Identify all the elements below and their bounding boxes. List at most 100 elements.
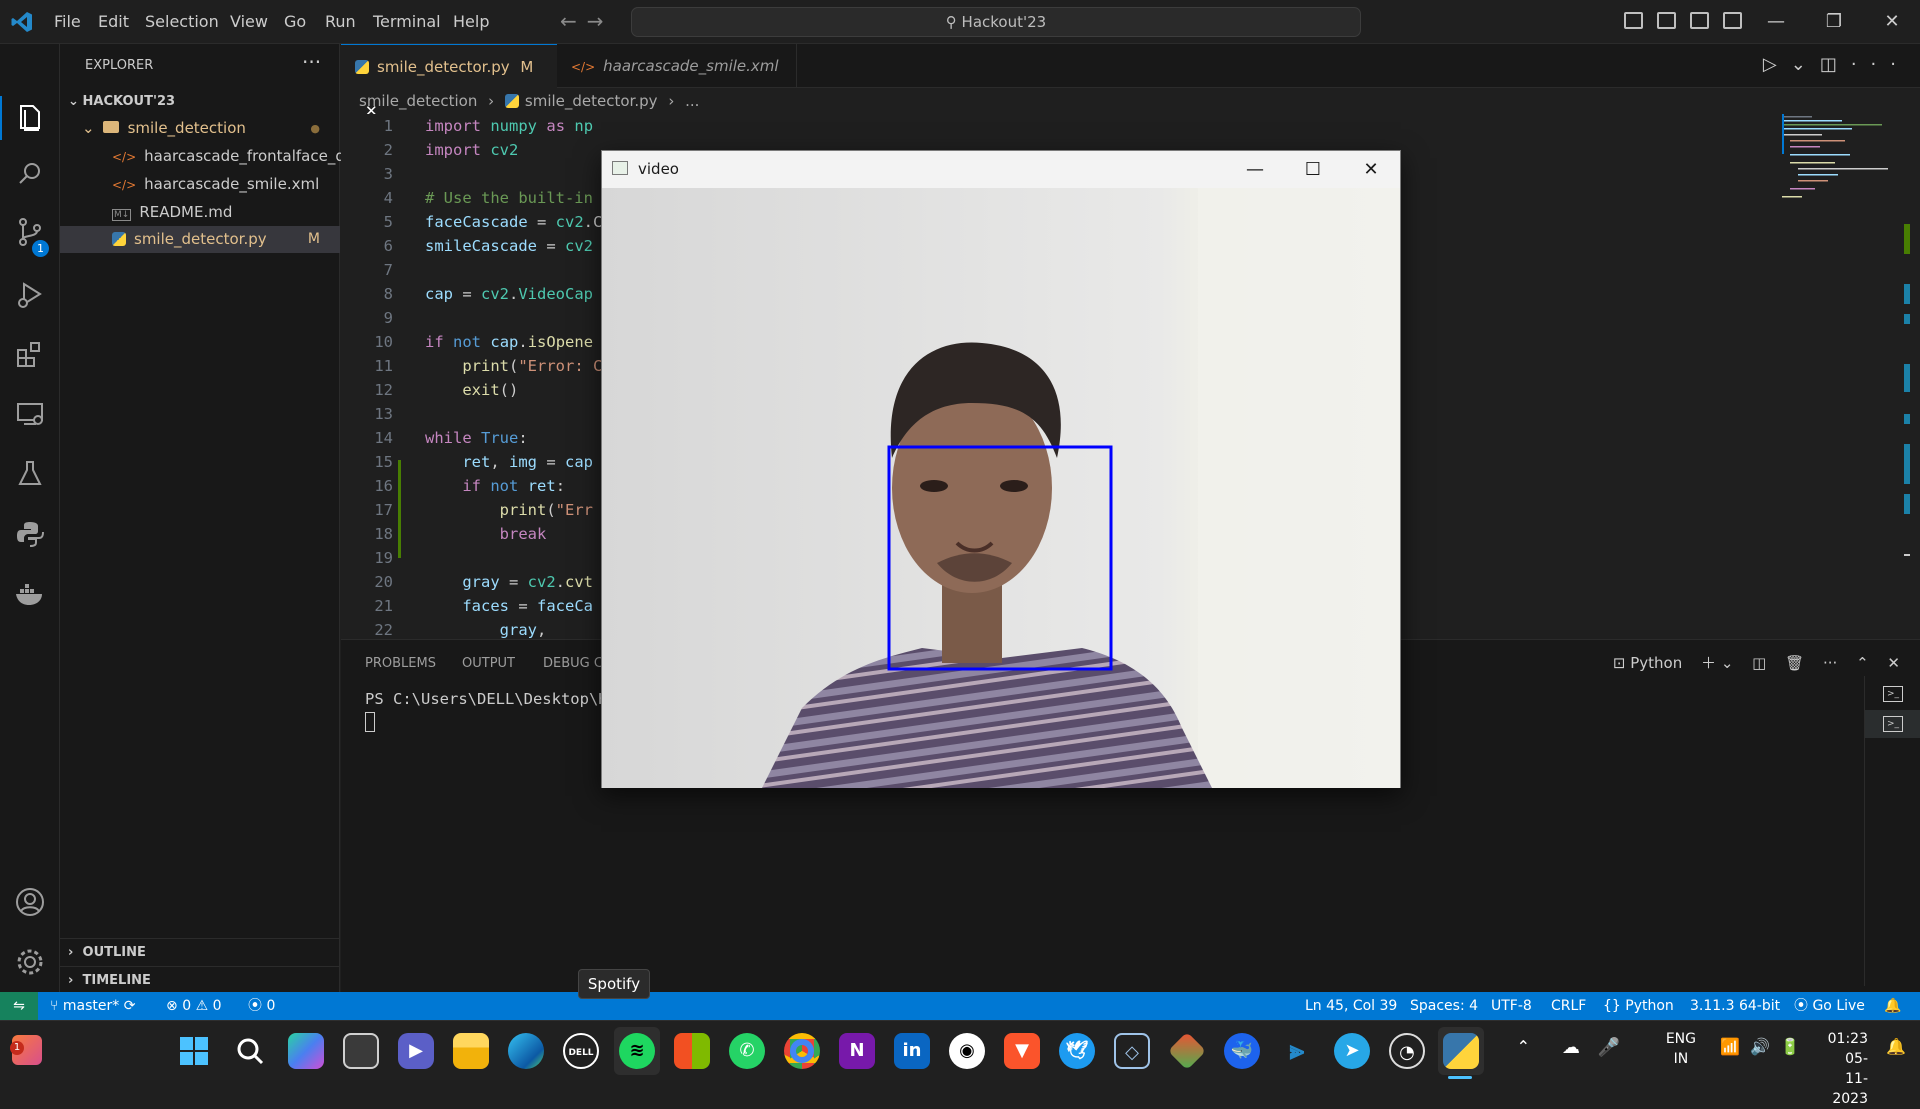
tab-smile-detector[interactable]: smile_detector.py M ✕ (341, 44, 557, 120)
chevron-up-icon[interactable]: ⌃ (1517, 1037, 1530, 1056)
file-explorer-icon[interactable] (453, 1033, 489, 1069)
search-icon[interactable] (232, 1033, 268, 1069)
remote-explorer-icon[interactable] (12, 396, 48, 432)
more-actions-icon[interactable]: ··· (302, 50, 321, 74)
menu-go[interactable]: Go (284, 12, 306, 31)
new-terminal-icon[interactable]: ＋ (1701, 654, 1716, 672)
onedrive-icon[interactable]: ☁ (1562, 1037, 1580, 1058)
video-window[interactable]: video — ☐ ✕ (601, 150, 1401, 788)
battery-icon[interactable]: 🔋 (1780, 1037, 1800, 1056)
notification-center-icon[interactable]: 🔔 (1886, 1037, 1906, 1056)
minimize-icon[interactable]: — (1228, 155, 1282, 185)
close-icon[interactable]: ✕ (1872, 8, 1912, 36)
tab-problems[interactable]: PROBLEMS (365, 656, 436, 671)
breadcrumb-folder[interactable]: smile_detection (359, 92, 477, 110)
file-row-readme[interactable]: M↓ README.md (60, 199, 340, 226)
clock[interactable]: 01:23 05-11-2023 (1828, 1029, 1868, 1109)
breadcrumb-symbol[interactable]: ... (685, 92, 699, 110)
spotify-icon[interactable]: ≋ (619, 1033, 655, 1069)
python-interpreter[interactable]: 3.11.3 64-bit (1690, 992, 1780, 1020)
terminal-output[interactable]: PS C:\Users\DELL\Desktop\H (365, 690, 608, 708)
copilot-icon[interactable] (288, 1033, 324, 1069)
menu-selection[interactable]: Selection (145, 12, 219, 31)
docker-icon[interactable] (12, 576, 48, 612)
menu-help[interactable]: Help (453, 12, 489, 31)
ports-status[interactable]: ⦿ 0 (248, 992, 275, 1020)
extensions-icon[interactable] (12, 336, 48, 372)
command-center-search[interactable]: ⚲ Hackout'23 (631, 7, 1361, 37)
editor-scrollbar[interactable] (1904, 114, 1910, 584)
toggle-panel-icon[interactable] (1657, 12, 1676, 29)
nav-back-forward-icon[interactable]: ←→ (560, 9, 614, 33)
maximize-icon[interactable]: ☐ (1286, 155, 1340, 185)
menu-run[interactable]: Run (325, 12, 356, 31)
chrome-icon[interactable] (784, 1033, 820, 1069)
file-row-smile-xml[interactable]: </> haarcascade_smile.xml (60, 171, 340, 198)
close-panel-icon[interactable]: ✕ (1887, 654, 1900, 672)
split-terminal-icon[interactable]: ◫ (1752, 654, 1766, 672)
menu-edit[interactable]: Edit (98, 12, 129, 31)
python-icon[interactable] (12, 516, 48, 552)
terminal-instance-icon[interactable]: >_ (1883, 716, 1903, 732)
branch-status[interactable]: ⑂ master* ⟳ (50, 992, 135, 1020)
github-icon[interactable]: ◉ (949, 1033, 985, 1069)
wifi-icon[interactable]: 📶 (1720, 1037, 1740, 1056)
chevron-down-icon[interactable]: ⌄ (1721, 654, 1734, 672)
cursor-position[interactable]: Ln 45, Col 39 (1305, 992, 1397, 1020)
file-row-frontalface[interactable]: </> haarcascade_frontalface_d... (60, 143, 359, 170)
trash-icon[interactable]: 🗑 (1785, 654, 1804, 672)
minimize-icon[interactable]: — (1756, 8, 1796, 36)
terminal-instance-icon[interactable]: >_ (1883, 686, 1903, 702)
obs-icon[interactable]: ◔ (1389, 1033, 1425, 1069)
telegram-icon[interactable]: ➤ (1334, 1033, 1370, 1069)
indentation[interactable]: Spaces: 4 (1410, 992, 1478, 1020)
settings-gear-icon[interactable] (12, 944, 48, 980)
video-titlebar[interactable]: video — ☐ ✕ (602, 151, 1400, 188)
menu-file[interactable]: File (54, 12, 81, 31)
git-icon[interactable] (1167, 1031, 1207, 1071)
folder-smile-detection[interactable]: ⌄ smile_detection ● (60, 115, 340, 142)
maximize-panel-icon[interactable]: ⌃ (1856, 654, 1869, 672)
menu-terminal[interactable]: Terminal (373, 12, 441, 31)
more-actions-icon[interactable]: ··· (1851, 54, 1910, 75)
docker-icon[interactable]: 🐳 (1224, 1033, 1260, 1069)
task-view-icon[interactable] (343, 1033, 379, 1069)
brave-icon[interactable]: ▼ (1004, 1033, 1040, 1069)
start-icon[interactable] (176, 1033, 212, 1069)
whatsapp-icon[interactable]: ✆ (729, 1033, 765, 1069)
toggle-secondary-sidebar-icon[interactable] (1690, 12, 1709, 29)
close-icon[interactable]: ✕ (1344, 155, 1398, 185)
language-mode[interactable]: {} Python (1603, 992, 1674, 1020)
encoding[interactable]: UTF-8 (1491, 992, 1532, 1020)
restore-icon[interactable]: ❐ (1814, 8, 1854, 36)
accounts-icon[interactable] (12, 884, 48, 920)
twitter-icon[interactable]: 🕊 (1059, 1033, 1095, 1069)
dell-icon[interactable]: DELL (563, 1033, 599, 1069)
testing-icon[interactable] (12, 456, 48, 492)
notifications-bell-icon[interactable]: 🔔 (1884, 992, 1901, 1020)
outline-section[interactable]: › OUTLINE (60, 938, 340, 966)
remote-indicator-icon[interactable]: ⇋ (0, 992, 38, 1020)
search-icon[interactable] (12, 156, 48, 192)
edge-icon[interactable] (508, 1033, 544, 1069)
minimap[interactable] (1782, 114, 1902, 214)
terminal-kind[interactable]: Python (1630, 654, 1682, 672)
virtualbox-icon[interactable]: ◇ (1114, 1033, 1150, 1069)
tab-debug-console[interactable]: DEBUG C (543, 656, 603, 671)
teams-icon[interactable]: ▶ (398, 1033, 434, 1069)
chevron-down-icon[interactable]: ⌄ (1791, 54, 1820, 75)
vscode-icon[interactable]: ⫸ (1279, 1033, 1315, 1069)
run-debug-icon[interactable] (12, 276, 48, 312)
menu-view[interactable]: View (230, 12, 268, 31)
eol[interactable]: CRLF (1551, 992, 1586, 1020)
more-actions-icon[interactable]: ··· (1823, 654, 1837, 672)
vscode-logo-icon[interactable] (10, 10, 34, 34)
problems-status[interactable]: ⊗ 0 ⚠ 0 (166, 992, 222, 1020)
python-icon[interactable] (1443, 1033, 1479, 1069)
tab-output[interactable]: OUTPUT (462, 656, 515, 671)
language-indicator[interactable]: ENG IN (1666, 1029, 1696, 1069)
store-icon[interactable] (674, 1033, 710, 1069)
timeline-section[interactable]: › TIMELINE (60, 966, 340, 994)
run-file-icon[interactable]: ▷ (1763, 54, 1791, 75)
go-live[interactable]: ⦿ Go Live (1794, 992, 1865, 1020)
